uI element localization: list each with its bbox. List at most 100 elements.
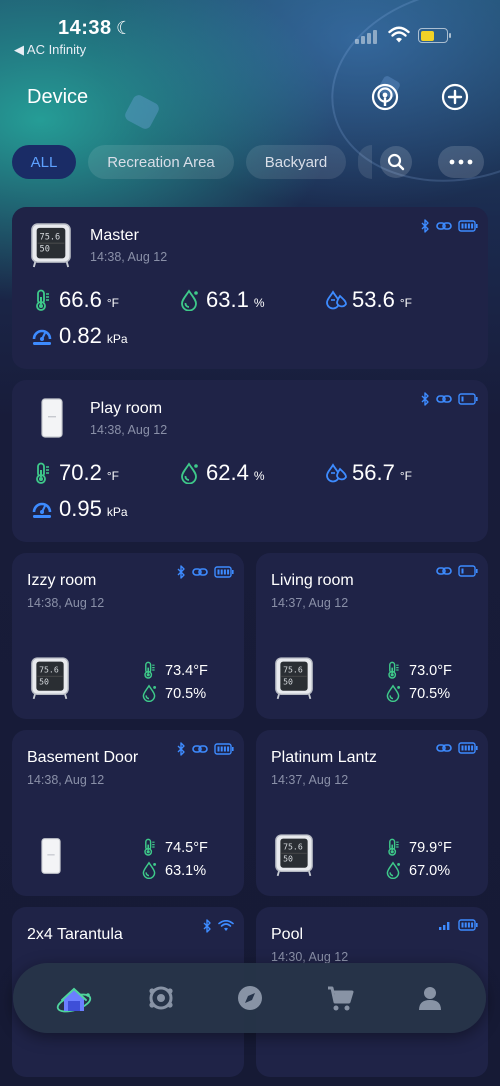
hygrometer-image: [274, 832, 314, 878]
bluetooth-icon: [176, 742, 186, 756]
device-timestamp: 14:38, Aug 12: [27, 596, 105, 610]
connection-status: [438, 919, 478, 931]
device-timestamp: 14:37, Aug 12: [271, 596, 349, 610]
device-card-izzy-room[interactable]: Izzy room 14:38, Aug 12 73.4°F 70.5%: [12, 553, 244, 719]
filter-chip-recreation-area[interactable]: Recreation Area: [88, 145, 234, 179]
humidity-reading: 70.5%: [165, 686, 207, 702]
thermometer-icon: [141, 661, 157, 679]
device-card-living-room[interactable]: Living room 14:37, Aug 12 73.0°F 70.5%: [256, 553, 488, 719]
connection-status: [176, 565, 234, 579]
device-card-play-room[interactable]: Play room 14:38, Aug 12 70.2 °F 62.4% 56.…: [12, 380, 488, 542]
device-timestamp: 14:38, Aug 12: [90, 250, 168, 264]
link-icon: [436, 743, 452, 753]
thermometer-icon: [32, 462, 52, 484]
bluetooth-icon: [420, 219, 430, 233]
add-device-icon[interactable]: [440, 82, 470, 112]
status-time: 14:38: [58, 17, 112, 39]
vpd-reading: 0.82 kPa: [59, 323, 128, 348]
filter-chip-all[interactable]: ALL: [12, 145, 76, 179]
battery-icon: [458, 919, 478, 931]
link-icon: [192, 744, 208, 754]
temperature-reading: 70.2 °F: [59, 460, 119, 485]
humidity-icon: [179, 289, 199, 311]
battery-icon: [418, 28, 451, 43]
battery-icon: [214, 743, 234, 755]
device-name: Pool: [271, 926, 304, 943]
bluetooth-icon: [420, 392, 430, 406]
battery-low-icon: [458, 565, 478, 577]
connection-status: [176, 742, 234, 756]
thermometer-icon: [32, 289, 52, 311]
hygrometer-image: [30, 655, 70, 701]
signal-icon: [438, 919, 452, 931]
temperature-reading: 79.9°F: [409, 840, 452, 856]
shop-icon[interactable]: [325, 983, 355, 1013]
status-bar: 14:38 ☾ ◀ AC Infinity: [0, 0, 500, 60]
dew-point-icon: [325, 462, 347, 484]
door-sensor-image: [41, 837, 61, 875]
profile-icon[interactable]: [415, 983, 445, 1013]
connection-status: [420, 219, 478, 233]
humidity-reading: 67.0%: [409, 863, 451, 879]
temperature-reading: 73.4°F: [165, 663, 208, 679]
device-card-master[interactable]: Master 14:38, Aug 12 66.6 °F 63.1% 53.6 °F…: [12, 207, 488, 369]
humidity-icon: [179, 462, 199, 484]
device-timestamp: 14:30, Aug 12: [271, 950, 349, 964]
thermometer-icon: [385, 838, 401, 856]
vpd-reading: 0.95 kPa: [59, 496, 128, 521]
device-name: 2x4 Tarantula: [27, 926, 123, 943]
connection-status: [202, 919, 234, 933]
filter-tabs: ALL Recreation Area Backyard: [12, 145, 500, 179]
filter-chip-backyard[interactable]: Backyard: [246, 145, 346, 179]
humidity-icon: [141, 861, 157, 879]
device-card-basement-door[interactable]: Basement Door 14:38, Aug 12 74.5°F 63.1%: [12, 730, 244, 896]
connection-status: [436, 742, 478, 754]
device-timestamp: 14:38, Aug 12: [27, 773, 105, 787]
broadcast-icon[interactable]: [370, 82, 400, 112]
connection-status: [420, 392, 478, 406]
humidity-reading: 63.1%: [165, 863, 207, 879]
link-icon: [436, 566, 452, 576]
vpd-gauge-icon: [31, 498, 53, 520]
device-name: Play room: [90, 400, 163, 417]
explore-icon[interactable]: [235, 983, 265, 1013]
dew-point-reading: 53.6 °F: [352, 287, 412, 312]
battery-low-icon: [458, 393, 478, 405]
link-icon: [436, 394, 452, 404]
battery-icon: [458, 742, 478, 754]
device-name: Basement Door: [27, 749, 139, 766]
moon-icon: ☾: [116, 18, 133, 38]
device-name: Platinum Lantz: [271, 749, 377, 766]
device-timestamp: 14:37, Aug 12: [271, 773, 349, 787]
humidity-reading: 70.5%: [409, 686, 451, 702]
search-button[interactable]: [380, 146, 412, 178]
battery-icon: [458, 220, 478, 232]
more-options-button[interactable]: [438, 146, 484, 178]
temperature-reading: 66.6 °F: [59, 287, 119, 312]
battery-icon: [214, 566, 234, 578]
ellipsis-icon: [449, 159, 473, 165]
device-timestamp: 14:38, Aug 12: [90, 423, 168, 437]
humidity-reading: 63.1%: [206, 287, 265, 312]
devices-icon[interactable]: [146, 983, 176, 1013]
link-icon: [436, 221, 452, 231]
temperature-reading: 73.0°F: [409, 663, 452, 679]
vpd-gauge-icon: [31, 325, 53, 347]
humidity-icon: [385, 684, 401, 702]
home-icon[interactable]: [55, 981, 93, 1017]
dew-point-reading: 56.7 °F: [352, 460, 412, 485]
humidity-icon: [141, 684, 157, 702]
dew-point-icon: [325, 289, 347, 311]
search-icon: [387, 153, 405, 171]
wifi-icon: [218, 920, 234, 932]
link-icon: [192, 567, 208, 577]
device-card-platinum-lantz[interactable]: Platinum Lantz 14:37, Aug 12 79.9°F 67.0…: [256, 730, 488, 896]
thermometer-icon: [385, 661, 401, 679]
filter-chip-more[interactable]: [358, 145, 372, 179]
bluetooth-icon: [176, 565, 186, 579]
bottom-navigation: [13, 963, 486, 1033]
back-to-app-link[interactable]: ◀ AC Infinity: [14, 42, 86, 58]
hygrometer-image: [30, 221, 72, 269]
connection-status: [436, 565, 478, 577]
humidity-icon: [385, 861, 401, 879]
